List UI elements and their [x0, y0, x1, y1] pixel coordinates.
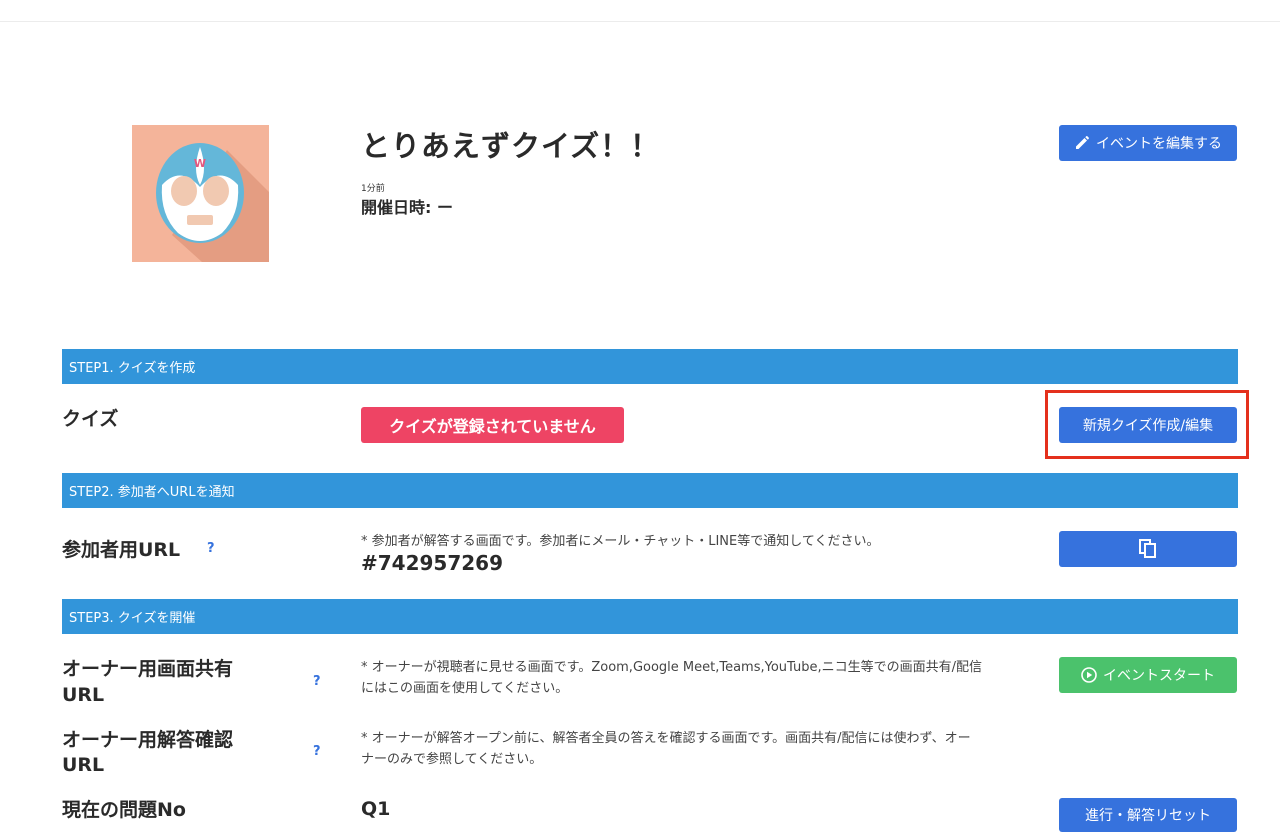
pencil-icon [1076, 136, 1089, 149]
participant-url-note: * 参加者が解答する画面です。参加者にメール・チャット・LINE等で通知してくだ… [361, 534, 880, 549]
event-datetime: 開催日時: ー [361, 198, 453, 217]
participant-url-help[interactable]: ? [207, 541, 215, 556]
confirm-url-label-line2: URL [62, 754, 105, 776]
event-thumbnail: W [132, 125, 269, 262]
quiz-label: クイズ [62, 408, 119, 430]
current-question-label: 現在の問題No [62, 799, 186, 821]
participant-code: #742957269 [361, 551, 504, 575]
confirm-url-note-line1: * オーナーが解答オープン前に、解答者全員の答えを確認する画面です。画面共有/配… [361, 731, 971, 746]
step3-header: STEP3. クイズを開催 [62, 599, 1238, 634]
share-url-label-line2: URL [62, 684, 105, 706]
svg-text:W: W [194, 157, 206, 170]
copy-url-button[interactable] [1059, 531, 1237, 567]
event-start-button[interactable]: イベントスタート [1059, 657, 1237, 693]
top-divider [0, 21, 1280, 22]
confirm-url-help[interactable]: ? [313, 744, 321, 759]
edit-event-label: イベントを編集する [1096, 136, 1222, 152]
step2-header: STEP2. 参加者へURLを通知 [62, 473, 1238, 508]
participant-url-label: 参加者用URL [62, 539, 181, 561]
reset-button[interactable]: 進行・解答リセット [1059, 798, 1237, 832]
play-circle-icon [1081, 667, 1097, 683]
new-quiz-button[interactable]: 新規クイズ作成/編集 [1059, 407, 1237, 443]
share-url-note-line1: * オーナーが視聴者に見せる画面です。Zoom,Google Meet,Team… [361, 660, 982, 675]
confirm-url-note-line2: ナーのみで参照してください。 [361, 752, 543, 767]
current-question-value: Q1 [361, 798, 391, 820]
edit-event-button[interactable]: イベントを編集する [1059, 125, 1237, 161]
share-url-note-line2: にはこの画面を使用してください。 [361, 681, 569, 696]
step1-header: STEP1. クイズを作成 [62, 349, 1238, 384]
posted-time: 1分前 [361, 184, 385, 194]
share-url-label-line1: オーナー用画面共有 [62, 658, 234, 680]
wrestler-mask-icon: W [132, 125, 269, 262]
event-start-label: イベントスタート [1103, 668, 1215, 684]
quiz-status-badge: クイズが登録されていません [361, 407, 624, 443]
event-title: とりあえずクイズ！！ [361, 129, 661, 163]
confirm-url-label-line1: オーナー用解答確認 [62, 729, 234, 751]
share-url-help[interactable]: ? [313, 674, 321, 689]
copy-icon [1139, 539, 1156, 558]
